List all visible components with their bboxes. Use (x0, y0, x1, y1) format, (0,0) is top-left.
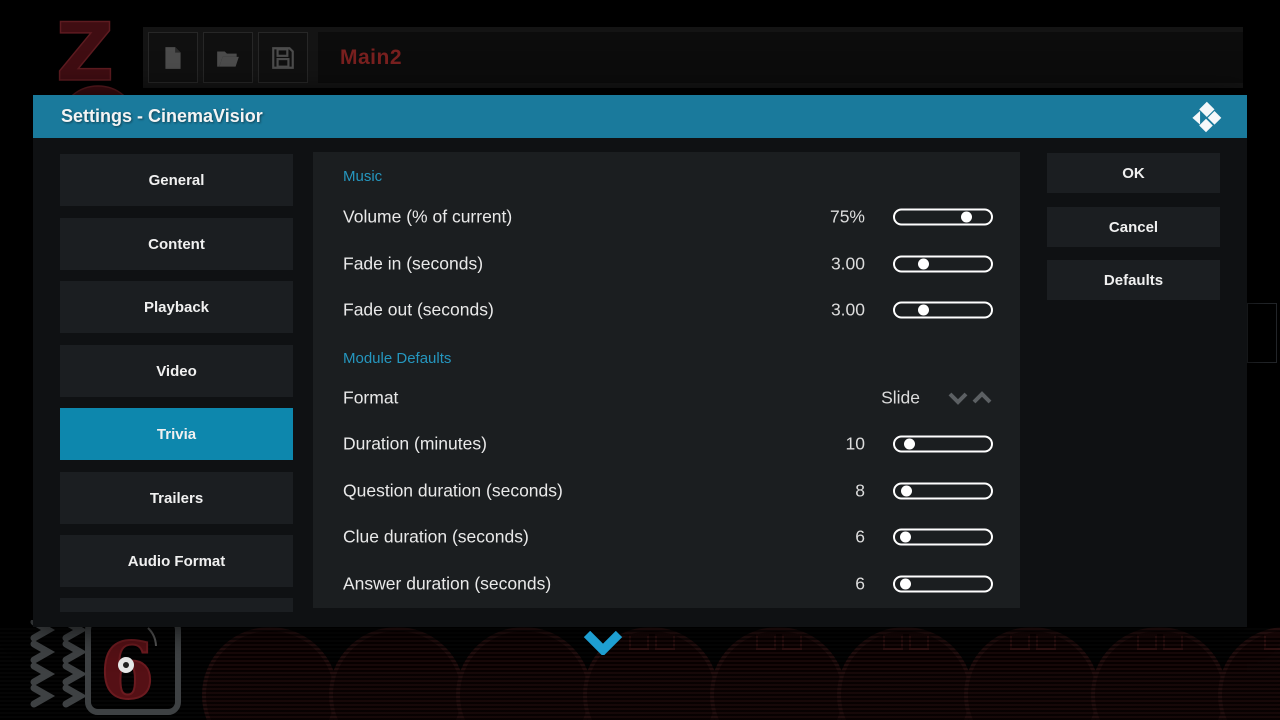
defaults-button[interactable]: Defaults (1047, 260, 1220, 300)
cinemavision-logo: Z (48, 8, 148, 100)
sidebar-item-trivia[interactable]: Trivia (60, 408, 293, 460)
slider-knob[interactable] (900, 532, 911, 543)
section-header-music: Music (343, 168, 382, 192)
question-duration-slider[interactable] (893, 483, 993, 500)
sidebar-item-general[interactable]: General (60, 154, 293, 206)
save-button[interactable] (258, 32, 308, 83)
sequence-name: Main2 (340, 46, 402, 70)
sidebar-item-video[interactable]: Video (60, 345, 293, 397)
slider-knob[interactable] (901, 486, 912, 497)
film-countdown-strip (0, 627, 1280, 720)
answer-duration-slider[interactable] (893, 576, 993, 593)
setting-row-fade-in[interactable]: Fade in (seconds) 3.00 (343, 244, 993, 284)
sidebar-item-playback[interactable]: Playback (60, 281, 293, 333)
open-file-button[interactable] (203, 32, 253, 83)
slider-knob[interactable] (904, 439, 915, 450)
duration-slider[interactable] (893, 436, 993, 453)
logo-letter: Z (56, 8, 114, 99)
kodi-logo-icon (1189, 100, 1223, 134)
ok-button[interactable]: OK (1047, 153, 1220, 193)
scroll-down-icon[interactable] (583, 631, 623, 655)
settings-dialog: Settings - CinemaVisior General Content … (33, 95, 1247, 627)
sidebar-item-audio-format[interactable]: Audio Format (60, 535, 293, 587)
dialog-titlebar: Settings - CinemaVisior (33, 95, 1247, 138)
new-file-icon (160, 45, 186, 71)
setting-value: 3.00 (831, 300, 865, 321)
slider-knob[interactable] (918, 259, 929, 270)
setting-row-volume[interactable]: Volume (% of current) 75% (343, 197, 993, 237)
clue-duration-slider[interactable] (893, 529, 993, 546)
dialog-title: Settings - CinemaVisior (61, 106, 263, 127)
setting-value: 75% (830, 207, 865, 228)
setting-value: 8 (855, 481, 865, 502)
setting-value: 6 (855, 527, 865, 548)
setting-value: 6 (855, 574, 865, 595)
section-header-module-defaults: Module Defaults (343, 350, 451, 374)
volume-slider[interactable] (893, 209, 993, 226)
spinner-up-icon[interactable] (971, 390, 993, 406)
fade-in-slider[interactable] (893, 256, 993, 273)
setting-row-answer-duration[interactable]: Answer duration (seconds) 6 (343, 564, 993, 604)
setting-value: 3.00 (831, 254, 865, 275)
setting-row-clue-duration[interactable]: Clue duration (seconds) 6 (343, 517, 993, 557)
settings-panel: Music Volume (% of current) 75% Fade in … (313, 152, 1020, 608)
setting-row-question-duration[interactable]: Question duration (seconds) 8 (343, 471, 993, 511)
setting-row-format[interactable]: Format Slide (343, 378, 993, 418)
screen: Z Main2 (0, 0, 1280, 720)
filmstrip-graphic: 6 (22, 620, 182, 720)
setting-row-fade-out[interactable]: Fade out (seconds) 3.00 (343, 290, 993, 330)
cancel-button[interactable]: Cancel (1047, 207, 1220, 247)
sequence-name-field[interactable]: Main2 (318, 32, 1243, 83)
sidebar-item-trailers[interactable]: Trailers (60, 472, 293, 524)
slider-knob[interactable] (918, 305, 929, 316)
new-file-button[interactable] (148, 32, 198, 83)
editor-toolbar: Main2 (143, 27, 1243, 88)
fade-out-slider[interactable] (893, 302, 993, 319)
slider-knob[interactable] (961, 212, 972, 223)
open-folder-icon (215, 45, 241, 71)
slider-knob[interactable] (900, 579, 911, 590)
setting-value: Slide (881, 388, 920, 409)
sidebar-item-clipped[interactable] (60, 598, 293, 612)
sidebar-item-content[interactable]: Content (60, 218, 293, 270)
spinner-down-icon[interactable] (947, 390, 969, 406)
save-icon (270, 45, 296, 71)
setting-row-duration[interactable]: Duration (minutes) 10 (343, 424, 993, 464)
background-frame (1247, 303, 1277, 363)
setting-value: 10 (846, 434, 865, 455)
